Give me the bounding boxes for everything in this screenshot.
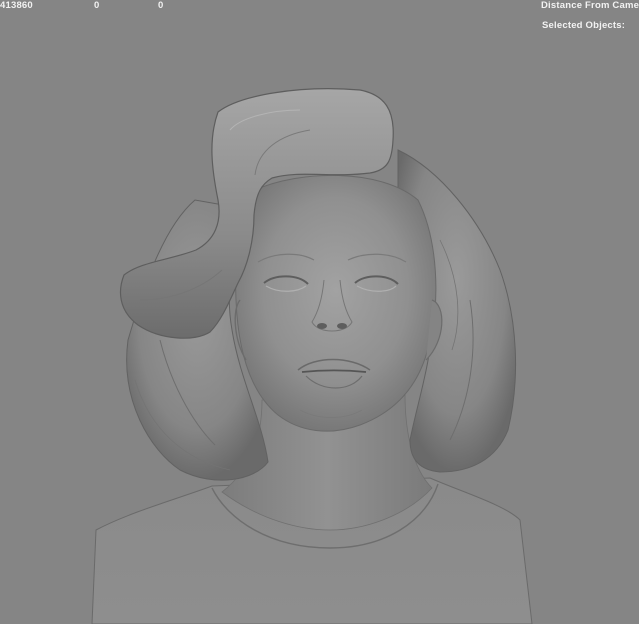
face-mesh <box>234 174 443 432</box>
selected-objects-label: Selected Objects: <box>542 20 626 31</box>
sculpt-model[interactable] <box>0 0 639 624</box>
poly-count-readout: 413860 <box>0 0 33 11</box>
distance-from-camera-label: Distance From Came <box>541 0 639 11</box>
counter-b-readout: 0 <box>158 0 164 11</box>
counter-a-readout: 0 <box>94 0 100 11</box>
3d-viewport[interactable]: 413860 0 0 Distance From Came Selected O… <box>0 0 639 624</box>
